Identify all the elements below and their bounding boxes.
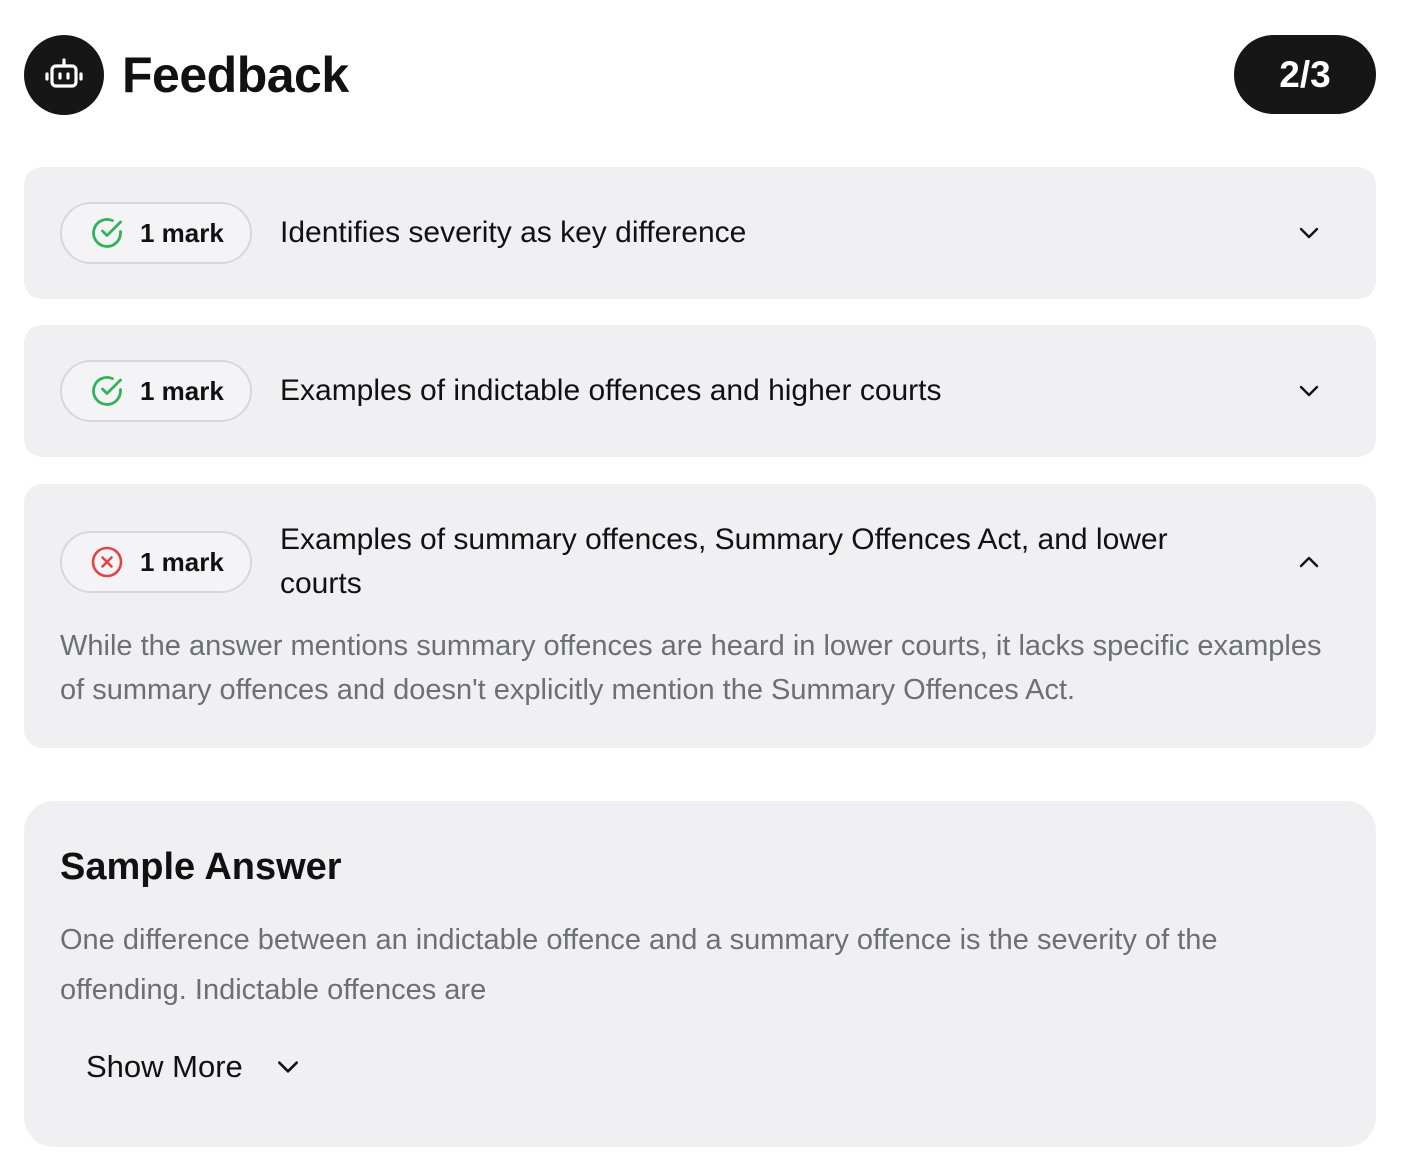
- sample-answer-card: Sample Answer One difference between an …: [24, 801, 1376, 1147]
- chevron-down-icon: [277, 1061, 298, 1073]
- criterion-text: Examples of indictable offences and high…: [280, 374, 942, 407]
- sample-answer-title: Sample Answer: [60, 846, 342, 888]
- robot-icon: [24, 35, 104, 115]
- chevron-down-icon[interactable]: [1294, 376, 1324, 406]
- chevron-up-icon[interactable]: [1294, 547, 1324, 577]
- criterion-header[interactable]: 1 mark Examples of indictable offences a…: [60, 360, 1340, 422]
- mark-label: 1 mark: [140, 217, 224, 248]
- show-more-label: Show More: [86, 1049, 243, 1084]
- mark-pill: 1 mark: [60, 360, 252, 422]
- criterion-header[interactable]: 1 mark Identifies severity as key differ…: [60, 202, 1340, 264]
- chevron-down-icon[interactable]: [1294, 218, 1324, 248]
- criterion-header[interactable]: 1 mark Examples of summary offences, Sum…: [60, 518, 1340, 606]
- score-badge: 2/3: [1234, 35, 1376, 114]
- criterion-card[interactable]: 1 mark Examples of summary offences, Sum…: [24, 484, 1376, 748]
- page-title: Feedback: [122, 47, 349, 103]
- criterion-card[interactable]: 1 mark Examples of indictable offences a…: [24, 325, 1376, 457]
- criterion-text: Identifies severity as key difference: [280, 216, 747, 249]
- mark-label: 1 mark: [140, 546, 224, 577]
- mark-pill: 1 mark: [60, 531, 252, 593]
- check-circle-icon: [92, 218, 122, 248]
- check-circle-icon: [92, 376, 122, 406]
- criterion-text: Examples of summary offences, Summary Of…: [280, 523, 1168, 600]
- x-circle-icon: [91, 546, 123, 578]
- criterion-card[interactable]: 1 mark Identifies severity as key differ…: [24, 167, 1376, 299]
- sample-answer-text: One difference between an indictable off…: [60, 924, 1218, 1006]
- criterion-feedback-detail: While the answer mentions summary offenc…: [60, 630, 1322, 706]
- mark-pill: 1 mark: [60, 202, 252, 264]
- show-more-button[interactable]: Show More: [86, 1049, 301, 1085]
- feedback-header: Feedback 2/3: [24, 35, 1376, 115]
- mark-label: 1 mark: [140, 375, 224, 406]
